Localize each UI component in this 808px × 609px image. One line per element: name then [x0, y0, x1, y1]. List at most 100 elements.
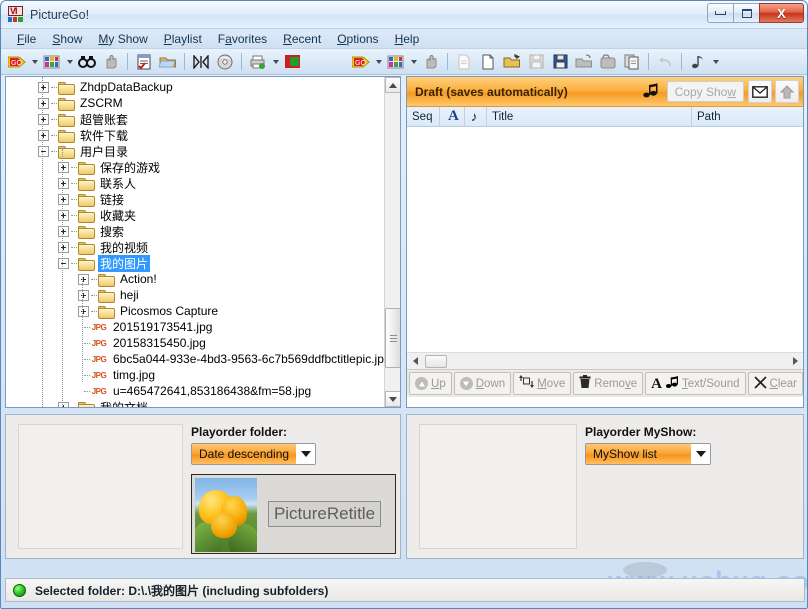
column-sound[interactable]: ♪	[465, 106, 487, 127]
color-icon[interactable]	[281, 51, 305, 73]
folder-preview-area[interactable]	[18, 424, 183, 549]
folder-tree-panel[interactable]: ZhdpDataBackup ZSCRM 超管账套 软件下载 用户目录 保存的游…	[5, 76, 401, 408]
expander-icon[interactable]	[78, 289, 89, 301]
menu-help[interactable]: Help	[387, 31, 428, 47]
down-button[interactable]: Down	[453, 372, 512, 395]
slideshow-button[interactable]	[40, 51, 64, 73]
list-horizontal-scrollbar[interactable]	[407, 352, 803, 369]
new-file-icon[interactable]	[476, 51, 500, 73]
expander-icon[interactable]	[58, 193, 69, 205]
slideshow-button-right[interactable]	[384, 51, 408, 73]
expander-icon[interactable]	[58, 241, 69, 253]
scroll-right-button[interactable]	[787, 354, 803, 369]
menu-file[interactable]: FFileile	[9, 31, 44, 47]
expander-icon[interactable]	[78, 273, 89, 285]
expander-icon[interactable]	[38, 113, 49, 125]
tree-node[interactable]: ZSCRM	[6, 95, 385, 111]
clear-button[interactable]: Clear	[747, 372, 803, 395]
music-dropdown[interactable]	[710, 51, 721, 73]
print-icon[interactable]	[246, 51, 270, 73]
compare-icon[interactable]	[189, 51, 213, 73]
myshow-preview-area[interactable]	[419, 424, 577, 549]
go-dropdown-right[interactable]	[373, 51, 384, 73]
remove-button[interactable]: Remove	[573, 372, 644, 395]
expander-icon[interactable]	[58, 177, 69, 189]
hand-icon[interactable]	[99, 51, 123, 73]
print-dropdown[interactable]	[270, 51, 281, 73]
scroll-up-button[interactable]	[385, 77, 400, 93]
scroll-left-button[interactable]	[407, 354, 423, 369]
find-icon[interactable]	[75, 51, 99, 73]
minimize-button[interactable]	[707, 3, 734, 23]
checklist-icon[interactable]	[132, 51, 156, 73]
expander-icon[interactable]	[38, 129, 49, 141]
expander-icon[interactable]	[38, 145, 49, 157]
move-button[interactable]: Move	[513, 372, 572, 395]
folder-icon	[58, 81, 75, 95]
hand-icon-right[interactable]	[419, 51, 443, 73]
chevron-down-icon[interactable]	[296, 444, 316, 464]
menu-playlist[interactable]: Playlist	[156, 31, 210, 47]
menu-options[interactable]: Options	[329, 31, 386, 47]
expander-icon[interactable]	[38, 97, 49, 109]
column-text[interactable]: A	[440, 106, 465, 127]
column-title[interactable]: Title	[487, 106, 692, 127]
expander-icon[interactable]	[58, 209, 69, 221]
slideshow-dropdown-right[interactable]	[408, 51, 419, 73]
expander-icon[interactable]	[58, 401, 69, 407]
save-icon[interactable]	[548, 51, 572, 73]
tree-node[interactable]: 超管账套	[6, 111, 385, 127]
tree-node[interactable]: 软件下载	[6, 127, 385, 143]
playorder-folder-combo[interactable]: Date descending	[191, 443, 317, 465]
copy-icon[interactable]	[620, 51, 644, 73]
folder-tree[interactable]: ZhdpDataBackup ZSCRM 超管账套 软件下载 用户目录 保存的游…	[6, 77, 385, 407]
copy-show-button[interactable]: Copy Sho w	[666, 81, 744, 102]
expander-icon[interactable]	[58, 161, 69, 173]
tree-connector	[51, 150, 57, 152]
package-icon[interactable]	[596, 51, 620, 73]
tree-node[interactable]: ZhdpDataBackup	[6, 79, 385, 95]
up-button[interactable]: Up	[409, 372, 452, 395]
go-button-right[interactable]: GO	[349, 51, 373, 73]
draft-list-body[interactable]	[407, 127, 803, 352]
column-seq[interactable]: Seq	[407, 106, 440, 127]
scrollbar-thumb[interactable]	[385, 308, 400, 368]
column-path[interactable]: Path	[692, 107, 803, 127]
tree-node-label: 我的视频	[100, 240, 149, 255]
music-note-icon[interactable]	[642, 82, 659, 102]
open-file-icon[interactable]	[500, 51, 524, 73]
expander-icon[interactable]	[78, 305, 89, 317]
hscrollbar-thumb[interactable]	[425, 355, 447, 368]
open-folder-icon[interactable]	[156, 51, 180, 73]
go-button[interactable]: GO	[5, 51, 29, 73]
go-dropdown[interactable]	[29, 51, 40, 73]
scroll-down-button[interactable]	[385, 391, 400, 407]
chevron-down-icon[interactable]	[691, 444, 710, 464]
folder-icon	[78, 257, 95, 271]
slideshow-dropdown[interactable]	[64, 51, 75, 73]
menu-show[interactable]: Show	[44, 31, 90, 47]
mail-button[interactable]	[748, 80, 772, 103]
maximize-button[interactable]	[733, 3, 760, 23]
export-icon[interactable]	[572, 51, 596, 73]
close-button[interactable]: X	[759, 3, 804, 23]
save-icon-disabled[interactable]	[524, 51, 548, 73]
expander-icon[interactable]	[38, 81, 49, 93]
expander-icon[interactable]	[58, 257, 69, 269]
undo-icon[interactable]	[653, 51, 677, 73]
upload-button[interactable]	[775, 80, 799, 103]
circle-arrow-down-icon	[459, 377, 473, 390]
tree-vertical-scrollbar[interactable]	[384, 77, 400, 407]
text-sound-button[interactable]: A Text/Sound	[645, 372, 746, 395]
page-icon[interactable]	[452, 51, 476, 73]
picture-retitle-button[interactable]: PictureRetitle	[257, 478, 392, 550]
disc-icon[interactable]	[213, 51, 237, 73]
picture-retitle-panel[interactable]: PictureRetitle	[191, 474, 396, 554]
menu-recent[interactable]: Recent	[275, 31, 329, 47]
music-note-icon[interactable]	[686, 51, 710, 73]
playorder-folder-value: Date descending	[192, 444, 297, 464]
playorder-myshow-combo[interactable]: MyShow list	[585, 443, 711, 465]
menu-favorites[interactable]: Favorites	[210, 31, 275, 47]
expander-icon[interactable]	[58, 225, 69, 237]
menu-my-show[interactable]: My Show	[90, 31, 155, 47]
